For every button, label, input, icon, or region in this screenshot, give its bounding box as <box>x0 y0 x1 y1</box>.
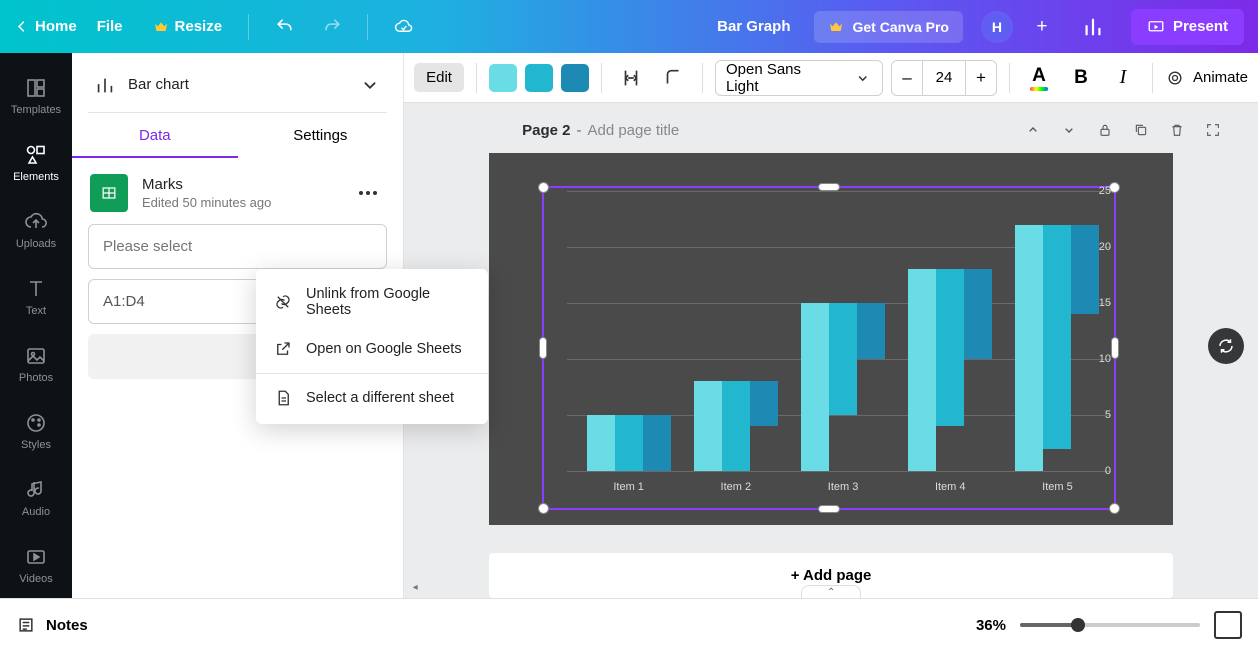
sheet-name: Marks <box>142 176 337 193</box>
separator <box>248 14 249 40</box>
grid-view-button[interactable] <box>1214 611 1242 639</box>
notes-icon <box>16 615 36 635</box>
get-pro-button[interactable]: Get Canva Pro <box>814 11 962 43</box>
zoom-slider[interactable] <box>1020 623 1200 627</box>
notes-button[interactable]: Notes <box>16 615 88 635</box>
chevron-left-icon <box>14 19 29 34</box>
add-page-title[interactable]: Add page title <box>587 122 679 139</box>
rail-videos[interactable]: Videos <box>0 531 72 598</box>
slide[interactable]: 0510152025Item 1Item 2Item 3Item 4Item 5 <box>489 153 1173 525</box>
zoom-percent[interactable]: 36% <box>976 617 1006 634</box>
chart-type-label: Bar chart <box>128 76 347 93</box>
bottom-bar: Notes 36% <box>0 598 1258 651</box>
home-button[interactable]: Home <box>14 18 77 35</box>
animate-icon <box>1165 68 1185 88</box>
tab-data[interactable]: Data <box>72 113 238 158</box>
collapse-pages-tab[interactable]: ⌃ <box>801 585 861 598</box>
help-refresh-button[interactable] <box>1208 328 1244 364</box>
color-swatch-1[interactable] <box>489 64 517 92</box>
rail-elements[interactable]: Elements <box>0 130 72 197</box>
delete-button[interactable] <box>1160 113 1194 147</box>
menu-separator <box>256 373 488 374</box>
rail-photos[interactable]: Photos <box>0 331 72 398</box>
rounded-icon[interactable] <box>656 61 690 95</box>
page-down-button[interactable] <box>1052 113 1086 147</box>
cloud-sync-icon[interactable] <box>384 8 422 46</box>
font-size-value[interactable]: 24 <box>922 61 966 95</box>
color-swatch-2[interactable] <box>525 64 553 92</box>
font-size-stepper: – 24 + <box>891 60 997 96</box>
expand-button[interactable] <box>1196 113 1230 147</box>
rail-audio[interactable]: Audio <box>0 464 72 531</box>
tab-settings[interactable]: Settings <box>238 113 404 158</box>
sheet-more-button[interactable] <box>351 176 385 210</box>
font-family-select[interactable]: Open Sans Light <box>715 60 883 96</box>
menu-open-sheets[interactable]: Open on Google Sheets <box>256 329 488 369</box>
canvas-area: Edit Open Sans Light – 24 + A B I <box>404 53 1258 598</box>
chart-type-selector[interactable]: Bar chart <box>88 67 387 113</box>
document-title[interactable]: Bar Graph <box>703 18 804 35</box>
text-color-button[interactable]: A <box>1022 61 1056 95</box>
zoom-controls: 36% <box>976 611 1242 639</box>
canvas-viewport[interactable]: 0510152025Item 1Item 2Item 3Item 4Item 5… <box>404 153 1258 598</box>
avatar[interactable]: H <box>981 11 1013 43</box>
sheet-context-menu: Unlink from Google Sheets Open on Google… <box>256 269 488 424</box>
rail-styles[interactable]: Styles <box>0 397 72 464</box>
font-size-inc[interactable]: + <box>966 68 996 88</box>
panel-tabs: Data Settings <box>72 113 403 158</box>
bar-chart-icon <box>94 74 116 96</box>
page-header: Page 2 - Add page title <box>404 103 1258 153</box>
topbar: Home File Resize Bar Graph Get Canva Pro… <box>0 0 1258 53</box>
animate-button[interactable]: Animate <box>1165 68 1248 88</box>
unlink-icon <box>274 293 292 311</box>
present-icon <box>1147 18 1165 36</box>
chevron-down-icon <box>854 69 871 87</box>
lock-button[interactable] <box>1088 113 1122 147</box>
rail-templates[interactable]: Templates <box>0 63 72 130</box>
left-rail: Templates Elements Uploads Text Photos S… <box>0 53 72 598</box>
file-menu[interactable]: File <box>87 18 133 35</box>
page-up-button[interactable] <box>1016 113 1050 147</box>
crown-icon <box>153 19 169 35</box>
share-add-button[interactable]: + <box>1027 12 1057 42</box>
context-toolbar: Edit Open Sans Light – 24 + A B I <box>404 53 1258 103</box>
separator <box>367 14 368 40</box>
page-number: Page 2 <box>522 122 570 139</box>
duplicate-button[interactable] <box>1124 113 1158 147</box>
file-icon <box>274 389 292 407</box>
rail-text[interactable]: Text <box>0 264 72 331</box>
sheet-edited-time: Edited 50 minutes ago <box>142 195 337 210</box>
bold-button[interactable]: B <box>1064 61 1098 95</box>
redo-button[interactable] <box>313 8 351 46</box>
insights-button[interactable] <box>1075 9 1111 45</box>
rail-uploads[interactable]: Uploads <box>0 197 72 264</box>
crown-icon <box>828 19 844 35</box>
chevron-down-icon <box>359 74 381 96</box>
edit-button[interactable]: Edit <box>414 63 464 92</box>
spacing-icon[interactable] <box>614 61 648 95</box>
scroll-left-arrow[interactable]: ◂ <box>408 580 422 594</box>
color-swatch-3[interactable] <box>561 64 589 92</box>
resize-button[interactable]: Resize <box>143 18 233 35</box>
sheet-tab-select[interactable] <box>88 224 387 269</box>
menu-different-sheet[interactable]: Select a different sheet <box>256 378 488 418</box>
side-panel: Bar chart Data Settings Marks Edited 50 … <box>72 53 404 598</box>
google-sheets-icon <box>90 174 128 212</box>
connected-sheet: Marks Edited 50 minutes ago <box>72 158 403 220</box>
external-link-icon <box>274 340 292 358</box>
bar-chart[interactable]: 0510152025Item 1Item 2Item 3Item 4Item 5 <box>547 191 1111 505</box>
undo-button[interactable] <box>265 8 303 46</box>
italic-button[interactable]: I <box>1106 61 1140 95</box>
menu-unlink[interactable]: Unlink from Google Sheets <box>256 275 488 329</box>
font-size-dec[interactable]: – <box>892 68 922 88</box>
present-button[interactable]: Present <box>1131 9 1244 45</box>
